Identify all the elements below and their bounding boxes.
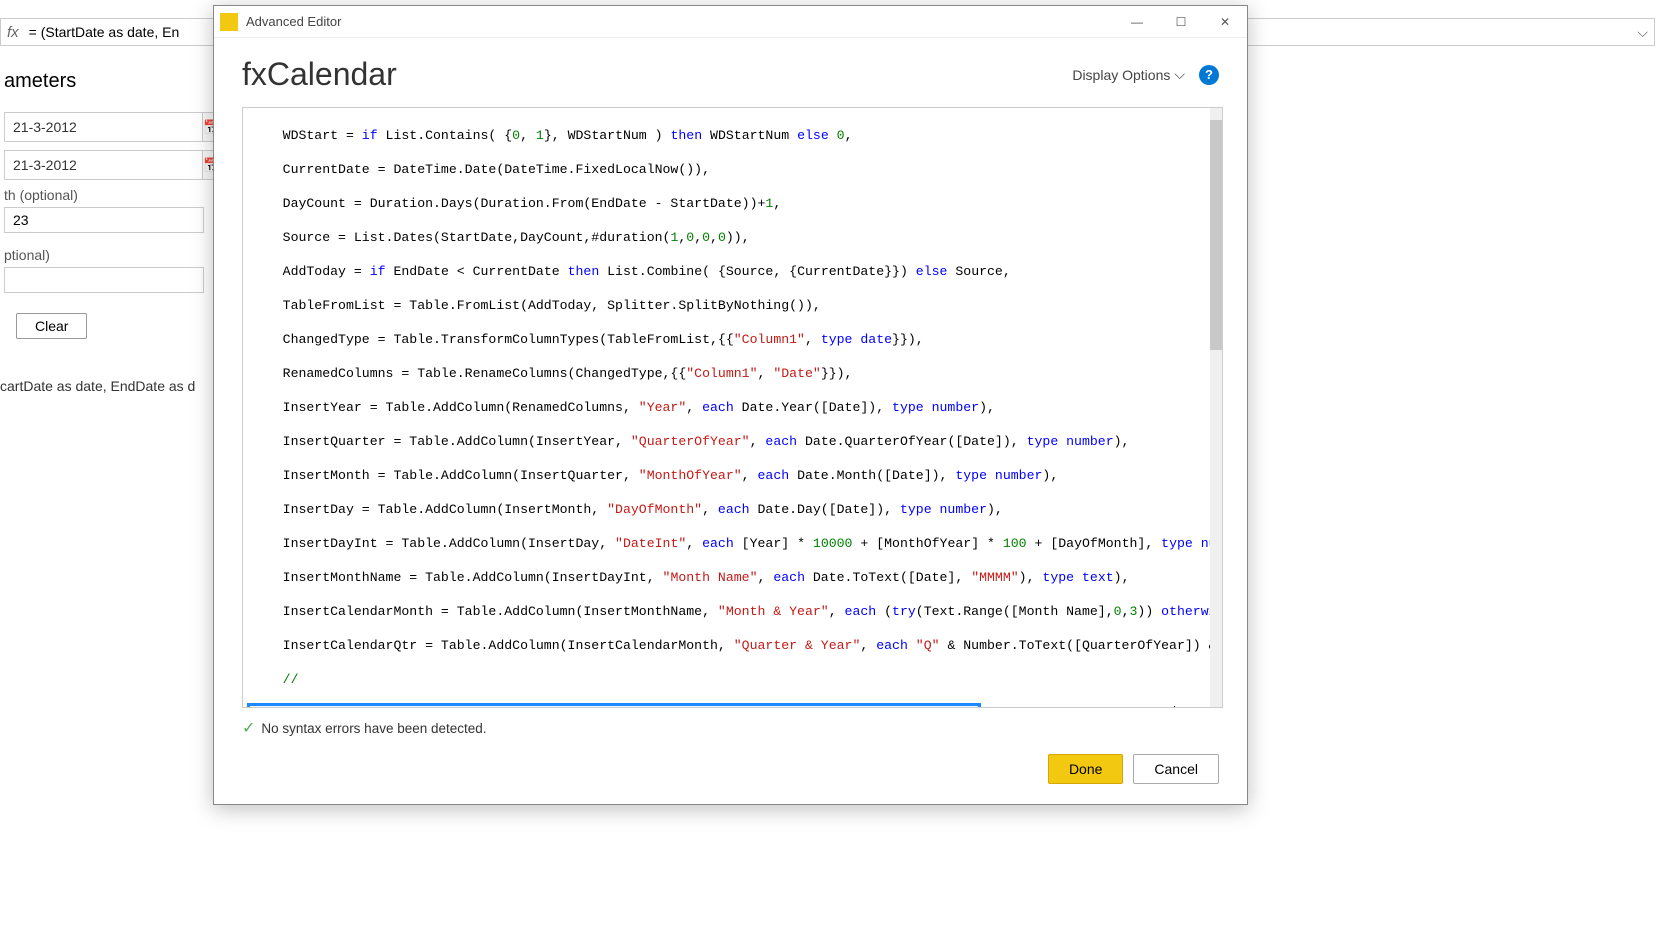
clear-button[interactable]: Clear (16, 313, 87, 339)
done-button[interactable]: Done (1048, 754, 1123, 784)
optional-input-1[interactable] (4, 207, 204, 233)
formula-dropdown-icon[interactable]: ⌵ (1637, 24, 1648, 41)
status-bar: ✓ No syntax errors have been detected. (214, 716, 1247, 744)
dialog-title: fxCalendar (242, 56, 397, 93)
status-text: No syntax errors have been detected. (261, 721, 486, 736)
app-icon (220, 13, 238, 31)
dialog-footer: Done Cancel (214, 744, 1247, 804)
code-editor[interactable]: WDStart = if List.Contains( {0, 1}, WDSt… (242, 107, 1223, 708)
dialog-header: fxCalendar Display Options ⌵ ? (214, 38, 1247, 103)
start-date-input[interactable] (4, 112, 203, 142)
display-options-dropdown[interactable]: Display Options ⌵ (1072, 66, 1185, 83)
titlebar-label: Advanced Editor (246, 14, 341, 29)
parameters-panel: ameters 📅 📅 th (optional) ptional) Clear (0, 58, 210, 343)
text-cursor (1174, 706, 1175, 707)
fx-label: fx (7, 24, 19, 41)
function-signature: cartDate as date, EndDate as d (0, 378, 195, 394)
advanced-editor-dialog: Advanced Editor — ☐ ✕ fxCalendar Display… (213, 5, 1248, 805)
minimize-button[interactable]: — (1115, 6, 1159, 38)
close-button[interactable]: ✕ (1203, 6, 1247, 38)
code-content[interactable]: WDStart = if List.Contains( {0, 1}, WDSt… (243, 108, 1210, 707)
maximize-button[interactable]: ☐ (1159, 6, 1203, 38)
titlebar: Advanced Editor — ☐ ✕ (214, 6, 1247, 38)
check-icon: ✓ (242, 718, 255, 738)
formula-text: = (StartDate as date, En (29, 24, 180, 40)
optional-label-1: th (optional) (4, 187, 210, 203)
scrollbar-thumb[interactable] (1210, 120, 1222, 350)
optional-input-2[interactable] (4, 267, 204, 293)
cancel-button[interactable]: Cancel (1133, 754, 1219, 784)
end-date-input[interactable] (4, 150, 203, 180)
optional-label-2: ptional) (4, 247, 210, 263)
chevron-down-icon: ⌵ (1174, 66, 1185, 83)
panel-heading: ameters (0, 70, 210, 93)
help-icon[interactable]: ? (1199, 65, 1219, 85)
vertical-scrollbar[interactable] (1210, 108, 1222, 707)
highlighted-line: InsertDayWeek = Table.AddColumn(InsertCa… (251, 705, 1202, 707)
